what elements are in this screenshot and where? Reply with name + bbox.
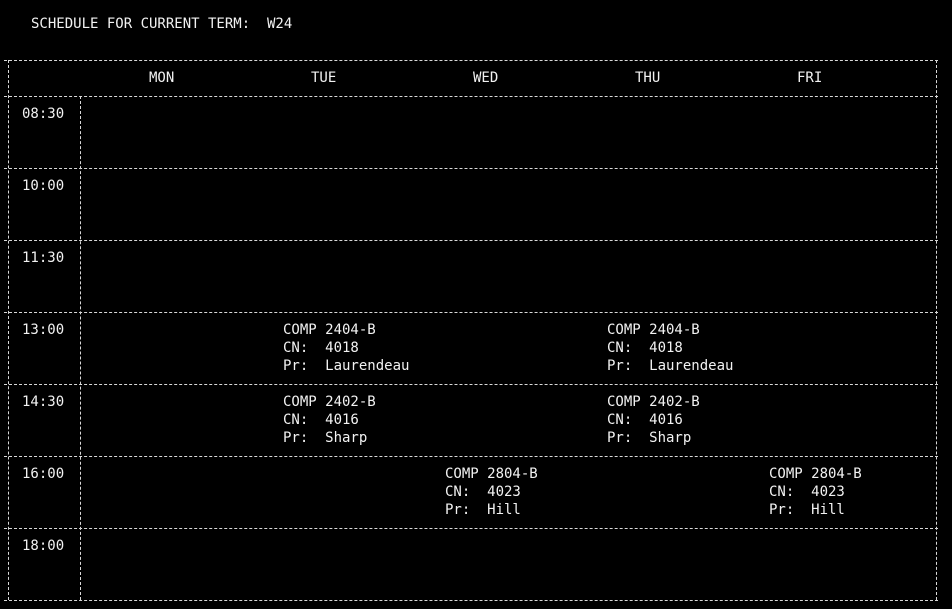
day-header-tue: TUE <box>311 70 337 86</box>
row-separator <box>4 312 938 313</box>
course-code: COMP 2804-B <box>769 466 862 482</box>
row-separator <box>4 456 938 457</box>
course-professor: Pr: Hill <box>445 502 521 518</box>
time-slot-label: 16:00 <box>22 466 65 482</box>
course-code: COMP 2402-B <box>283 394 376 410</box>
course-number: CN: 4016 <box>283 412 359 428</box>
day-header-mon: MON <box>149 70 175 86</box>
course-professor: Pr: Hill <box>769 502 845 518</box>
course-entry: COMP 2402-B CN: 4016 Pr: Sharp <box>607 393 700 447</box>
course-number: CN: 4018 <box>283 340 359 356</box>
course-entry: COMP 2804-B CN: 4023 Pr: Hill <box>445 465 538 519</box>
row-separator <box>4 168 938 169</box>
course-professor: Pr: Sharp <box>607 430 692 446</box>
time-slot-label: 10:00 <box>22 178 65 194</box>
course-professor: Pr: Laurendeau <box>283 358 410 374</box>
course-entry: COMP 2804-B CN: 4023 Pr: Hill <box>769 465 862 519</box>
day-header-fri: FRI <box>797 70 823 86</box>
time-slot-label: 08:30 <box>22 106 65 122</box>
grid-border-left <box>8 60 9 600</box>
row-separator <box>4 384 938 385</box>
course-code: COMP 2402-B <box>607 394 700 410</box>
course-professor: Pr: Sharp <box>283 430 368 446</box>
time-slot-label: 18:00 <box>22 538 65 554</box>
terminal-window: { "title": "SCHEDULE FOR CURRENT TERM: W… <box>0 0 952 609</box>
course-entry: COMP 2404-B CN: 4018 Pr: Laurendeau <box>283 321 409 375</box>
row-separator <box>4 240 938 241</box>
row-separator <box>4 96 938 97</box>
row-separator <box>4 60 938 61</box>
course-number: CN: 4023 <box>445 484 521 500</box>
course-number: CN: 4023 <box>769 484 845 500</box>
day-header-wed: WED <box>473 70 499 86</box>
course-number: CN: 4016 <box>607 412 683 428</box>
course-code: COMP 2404-B <box>607 322 700 338</box>
course-code: COMP 2804-B <box>445 466 538 482</box>
time-slot-label: 11:30 <box>22 250 65 266</box>
time-column-divider <box>80 96 81 600</box>
schedule-title: SCHEDULE FOR CURRENT TERM: W24 <box>31 16 293 32</box>
course-code: COMP 2404-B <box>283 322 376 338</box>
course-entry: COMP 2404-B CN: 4018 Pr: Laurendeau <box>607 321 733 375</box>
row-separator <box>4 528 938 529</box>
course-number: CN: 4018 <box>607 340 683 356</box>
grid-border-right <box>936 60 937 600</box>
time-slot-label: 14:30 <box>22 394 65 410</box>
course-entry: COMP 2402-B CN: 4016 Pr: Sharp <box>283 393 376 447</box>
row-separator <box>4 600 938 601</box>
course-professor: Pr: Laurendeau <box>607 358 734 374</box>
time-slot-label: 13:00 <box>22 322 65 338</box>
day-header-thu: THU <box>635 70 661 86</box>
